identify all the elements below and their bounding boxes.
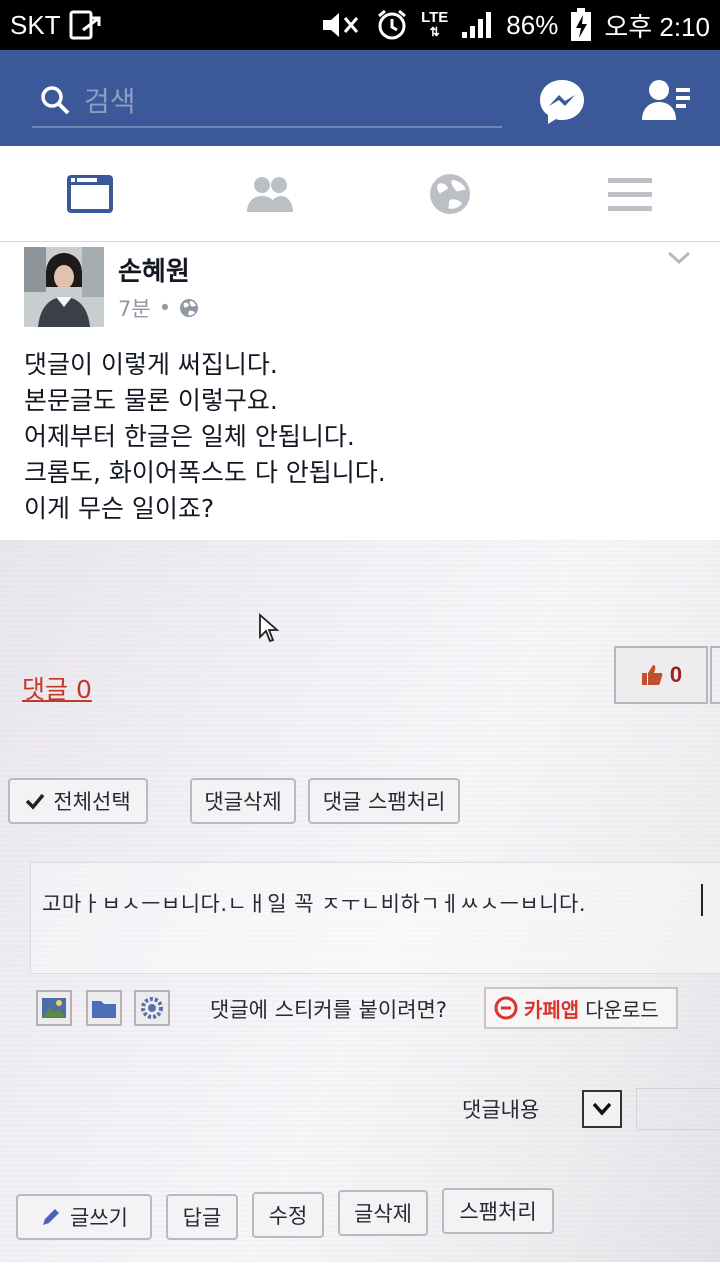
battery-percent: 86% xyxy=(506,9,559,40)
photo-select-all-label: 전체선택 xyxy=(53,790,131,814)
photo-text-caret xyxy=(701,884,703,916)
globe-icon xyxy=(180,299,199,317)
photo-like-count: 0 xyxy=(669,662,683,687)
photo-reply-button: 답글 xyxy=(166,1194,238,1240)
photo-edit-button: 수정 xyxy=(252,1192,324,1238)
network-type: LTE ⇅ xyxy=(421,9,449,39)
photo-cafe-app: 카페앱 xyxy=(524,997,580,1022)
status-bar: SKT LTE ⇅ 86% 오후 2:10 xyxy=(0,0,720,50)
photo-download: 다운로드 xyxy=(585,997,659,1022)
photo-comment-content-label: 댓글내용 xyxy=(462,1098,540,1122)
tab-friends[interactable] xyxy=(180,146,360,241)
photo-comment-count-link: 댓글 0 xyxy=(22,675,92,704)
photo-delete-comment-label: 댓글삭제 xyxy=(204,790,282,814)
clock: 오후 2:10 xyxy=(604,11,710,42)
search-placeholder: 검색 xyxy=(84,85,136,118)
mute-icon xyxy=(323,13,359,37)
post-time[interactable]: 7분 xyxy=(118,293,151,323)
chevron-down-icon[interactable] xyxy=(666,249,692,267)
photo-write-button: 글쓰기 xyxy=(16,1194,152,1240)
globe-icon xyxy=(430,173,470,214)
pencil-icon xyxy=(43,1209,60,1225)
tab-notifications[interactable] xyxy=(360,146,540,241)
tab-bar xyxy=(0,146,720,242)
author-name[interactable]: 손혜원 xyxy=(118,251,190,288)
profile-photo xyxy=(24,247,104,327)
meta-separator: • xyxy=(158,296,172,320)
battery-charging-icon xyxy=(571,8,592,41)
photo-spam-comment-label: 댓글 스팸처리 xyxy=(322,790,446,814)
photo-like-box: 0 xyxy=(614,646,708,704)
post-meta: 7분 • xyxy=(118,293,199,323)
photo-sticker-prompt: 댓글에 스티커를 붙이려면? xyxy=(210,998,448,1022)
news-feed-icon xyxy=(67,174,113,213)
top-bar: 검색 xyxy=(0,50,720,146)
photo-comment-box xyxy=(30,862,720,974)
carrier-label: SKT xyxy=(10,9,61,40)
photo-select-all: 전체선택 xyxy=(8,778,148,824)
photo-write-label: 글쓰기 xyxy=(70,1206,128,1230)
avatar[interactable] xyxy=(24,247,104,327)
tab-menu[interactable] xyxy=(540,146,720,241)
photo-field-edge xyxy=(636,1088,720,1130)
post-photo[interactable]: 댓글 0 0 전체선택 댓글삭제 댓글 스팸처리 고마ㅏㅂㅅㅡㅂ니다.ㄴㅐ일 꼭… xyxy=(0,540,720,1262)
image-icon xyxy=(36,990,72,1026)
friends-icon xyxy=(247,176,293,212)
photo-typed-text: 고마ㅏㅂㅅㅡㅂ니다.ㄴㅐ일 꼭 ㅈㅜㄴ비하ㄱㅔㅆㅅㅡㅂ니다. xyxy=(42,892,587,916)
messenger-icon[interactable] xyxy=(536,76,588,128)
photo-delete-post-button: 글삭제 xyxy=(338,1190,428,1236)
check-icon xyxy=(26,793,45,810)
tab-news-feed[interactable] xyxy=(0,146,180,241)
photo-reply-label: 답글 xyxy=(182,1206,222,1230)
chevron-down-icon xyxy=(592,1102,612,1116)
menu-icon xyxy=(608,177,652,211)
photo-delete-post-label: 글삭제 xyxy=(354,1202,412,1226)
photo-spam-label: 스팸처리 xyxy=(459,1200,537,1224)
photo-box-edge xyxy=(710,646,720,704)
cursor-icon xyxy=(259,613,280,643)
photo-edit-label: 수정 xyxy=(268,1204,308,1228)
photo-spam-button: 스팸처리 xyxy=(442,1188,554,1234)
photo-cafe-download: 카페앱 다운로드 xyxy=(484,987,678,1029)
screen-share-icon xyxy=(69,10,101,40)
search-input[interactable]: 검색 xyxy=(32,74,502,128)
data-arrows-icon: ⇅ xyxy=(429,25,440,39)
search-icon xyxy=(41,86,70,115)
alarm-icon xyxy=(378,9,407,40)
gear-icon xyxy=(134,990,170,1026)
folder-icon xyxy=(86,990,122,1026)
photo-dropdown xyxy=(582,1090,622,1128)
post-text: 댓글이 이렇게 써집니다. 본문글도 물론 이렇구요. 어제부터 한글은 일체 … xyxy=(24,350,386,523)
photo-spam-comment: 댓글 스팸처리 xyxy=(308,778,460,824)
signal-icon xyxy=(462,12,492,38)
thumbs-up-icon xyxy=(641,665,663,685)
friend-requests-icon[interactable] xyxy=(640,76,692,128)
cafe-logo-icon xyxy=(494,996,518,1020)
photo-delete-comment: 댓글삭제 xyxy=(190,778,296,824)
